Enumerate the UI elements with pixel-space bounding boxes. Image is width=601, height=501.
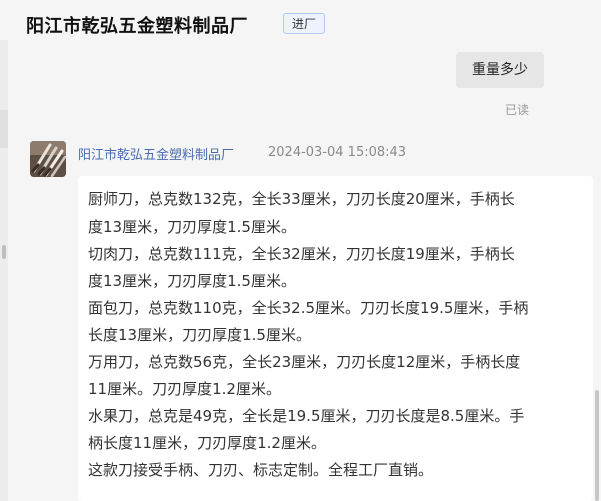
message-line: 度13厘米，刀刃厚度1.5厘米。 [88,272,296,290]
message-timestamp: 2024-03-04 15:08:43 [268,145,407,160]
outgoing-message-text: 重量多少 [472,62,528,78]
message-line: 这款刀接受手柄、刀刃、标志定制。全程工厂直销。 [88,461,434,479]
chat-scrollbar[interactable] [595,390,599,501]
message-line: 厨师刀，总克数132克，全长33厘米，刀刃长度20厘米，手柄长 [88,190,515,208]
enter-factory-badge[interactable]: 进厂 [283,13,326,34]
message-line: 切肉刀，总克数111克，全长32厘米，刀刃长度19厘米，手柄长 [88,245,515,263]
message-line: 面包刀，总克数110克，全长32.5厘米。刀刃长度19.5厘米，手柄 [88,299,529,317]
sender-name[interactable]: 阳江市乾弘五金塑料制品厂 [78,144,234,163]
panel-resize-handle[interactable] [2,245,6,259]
knives-avatar-icon [30,141,66,177]
chat-title: 阳江市乾弘五金塑料制品厂 [26,16,248,37]
message-line: 柄长度11厘米，刀刃厚度1.2厘米。 [88,434,326,452]
avatar[interactable] [30,141,66,177]
left-panel-edge [0,40,8,501]
incoming-message-bubble[interactable]: 厨师刀，总克数132克，全长33厘米，刀刃长度20厘米，手柄长 度13厘米，刀刃… [78,176,593,501]
message-line: 水果刀，总克是49克，全长是19.5厘米，刀刃长度是8.5厘米。手 [88,407,525,425]
message-line: 万用刀，总克数56克，全长23厘米，刀刃长度12厘米，手柄长度 [88,353,521,371]
message-line: 11厘米。刀刃厚度1.2厘米。 [88,380,281,398]
message-line: 长度13厘米，刀刃厚度1.5厘米。 [88,326,311,344]
outgoing-message-bubble[interactable]: 重量多少 [456,52,544,88]
message-line: 度13厘米，刀刃厚度1.5厘米。 [88,218,296,236]
chat-header: 阳江市乾弘五金塑料制品厂 进厂 [0,0,601,46]
panel-edge-highlight [0,110,8,148]
read-status: 已读 [505,103,530,117]
